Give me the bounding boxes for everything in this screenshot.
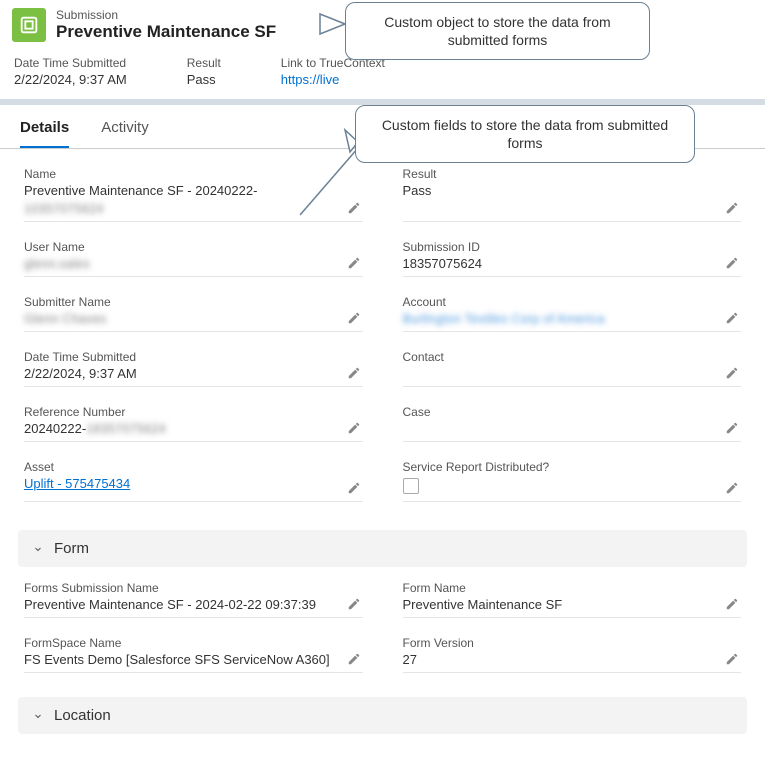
section-form-body: Forms Submission Name Preventive Mainten… [0, 567, 765, 679]
pencil-icon[interactable] [725, 311, 739, 325]
pencil-icon[interactable] [725, 421, 739, 435]
field-formspace-name: FormSpace Name FS Events Demo [Salesforc… [24, 636, 363, 673]
pencil-icon[interactable] [347, 311, 361, 325]
asset-link[interactable]: Uplift - 575475434 [24, 476, 335, 492]
field-contact: Contact [403, 350, 742, 387]
field-reference-number: Reference Number 20240222-18357075624 [24, 405, 363, 442]
pencil-icon[interactable] [347, 421, 361, 435]
field-service-report-distributed: Service Report Distributed? [403, 460, 742, 502]
callout-custom-object: Custom object to store the data from sub… [345, 2, 650, 60]
section-form-title: Form [54, 540, 89, 557]
section-location-title: Location [54, 707, 111, 724]
field-submitter-name: Submitter Name Glenn Chaves [24, 295, 363, 332]
checkbox-unchecked[interactable] [403, 478, 419, 494]
chevron-down-icon [32, 710, 44, 722]
pencil-icon[interactable] [725, 597, 739, 611]
field-asset: Asset Uplift - 575475434 [24, 460, 363, 502]
pencil-icon[interactable] [347, 481, 361, 495]
field-form-version: Form Version 27 [403, 636, 742, 673]
field-date-time-submitted: Date Time Submitted 2/22/2024, 9:37 AM [24, 350, 363, 387]
pencil-icon[interactable] [725, 366, 739, 380]
pencil-icon[interactable] [725, 652, 739, 666]
section-location-header[interactable]: Location [18, 697, 747, 734]
field-form-name: Form Name Preventive Maintenance SF [403, 581, 742, 618]
field-case: Case [403, 405, 742, 442]
pencil-icon[interactable] [347, 366, 361, 380]
field-forms-submission-name: Forms Submission Name Preventive Mainten… [24, 581, 363, 618]
chevron-down-icon [32, 543, 44, 555]
callout-custom-fields: Custom fields to store the data from sub… [355, 105, 695, 163]
field-account: Account Burlington Textiles Corp of Amer… [403, 295, 742, 332]
pencil-icon[interactable] [347, 652, 361, 666]
pencil-icon[interactable] [725, 481, 739, 495]
section-form-header[interactable]: Form [18, 530, 747, 567]
account-link[interactable]: Burlington Textiles Corp of America [403, 311, 605, 326]
pencil-icon[interactable] [347, 597, 361, 611]
